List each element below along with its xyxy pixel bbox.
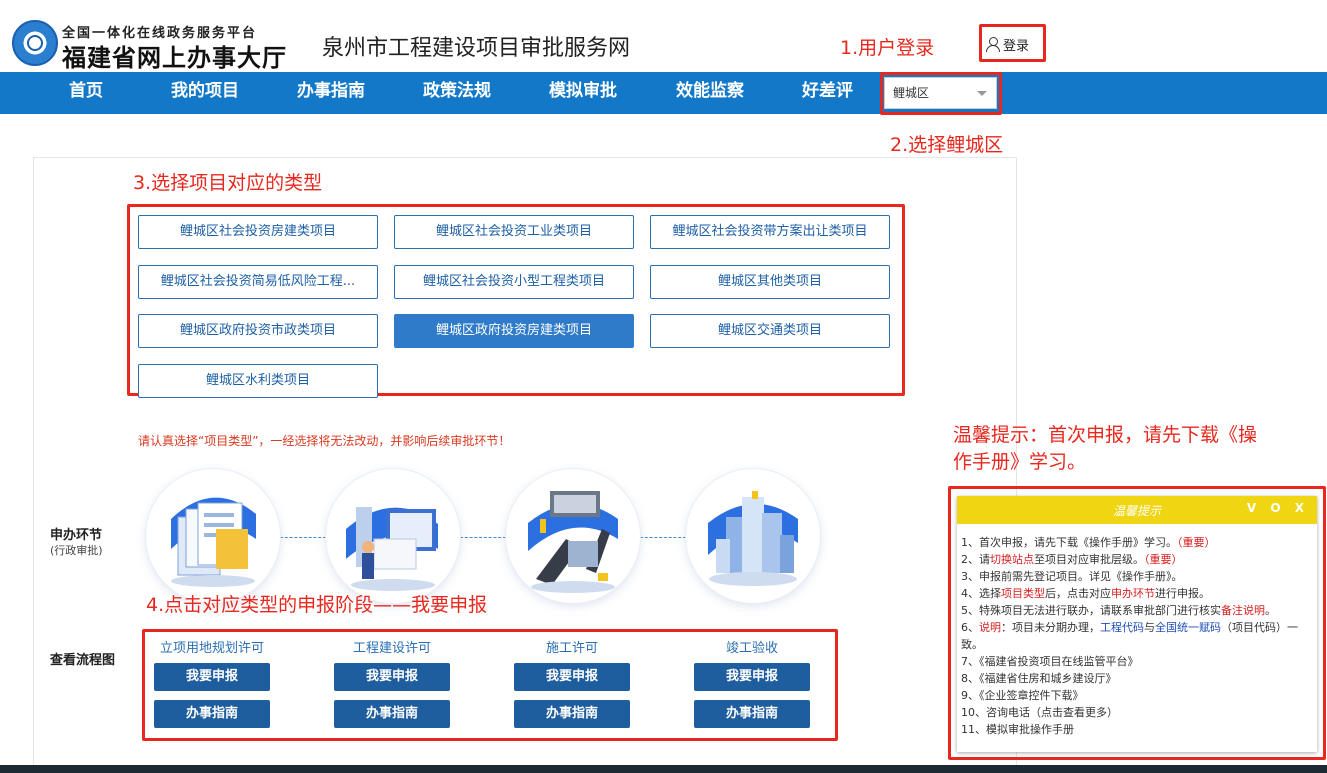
guide-button-completion-acceptance[interactable]: 办事指南 [694, 700, 810, 728]
nav-item-simulation[interactable]: 模拟审批 [549, 72, 617, 114]
documents-illustration-icon [146, 469, 280, 603]
type-selection-warning: 请认真选择“项目类型”，一经选择将无法改动，并影响后续审批环节！ [138, 434, 511, 448]
project-type-button[interactable]: 鲤城区交通类项目 [650, 314, 890, 348]
project-type-button[interactable]: 鲤城区社会投资简易低风险工程... [138, 265, 378, 299]
annotation-step4: 4.点击对应类型的申报阶段——我要申报 [146, 594, 488, 616]
tip-item[interactable]: 2、请切换站点至项目对应审批层级。（重要） [961, 551, 1311, 568]
government-logo-icon[interactable] [12, 20, 58, 66]
annotation-step1: 1.用户登录 [840, 37, 935, 59]
tip-item[interactable]: 3、申报前需先登记项目。详见《操作手册》。 [961, 568, 1311, 585]
stage-title-construction-permit: 工程建设许可 [352, 641, 431, 656]
tip-item[interactable]: 10、咨询电话（点击查看更多） [961, 704, 1311, 721]
stage-title-completion-acceptance: 竣工验收 [725, 641, 778, 656]
project-type-button[interactable]: 鲤城区其他类项目 [650, 265, 890, 299]
tip-item[interactable]: 8、《福建省住房和城乡建设厅》 [961, 670, 1311, 687]
district-selected-value: 鲤城区 [893, 86, 930, 100]
project-type-button[interactable]: 鲤城区水利类项目 [138, 364, 378, 398]
project-type-button[interactable]: 鲤城区社会投资房建类项目 [138, 215, 378, 249]
tip-item[interactable]: 9、《企业签章控件下载》 [961, 687, 1311, 704]
annotation-step3: 3.选择项目对应的类型 [133, 172, 323, 194]
project-type-button[interactable]: 鲤城区政府投资市政类项目 [138, 314, 378, 348]
nav-item-policies[interactable]: 政策法规 [423, 72, 491, 114]
stage-connector [460, 537, 506, 538]
guide-button-land-planning[interactable]: 办事指南 [154, 700, 270, 728]
flowchart-link[interactable]: 查看流程图 [50, 649, 115, 668]
tip-item[interactable]: 4、选择项目类型后，点击对应申办环节进行申报。 [961, 585, 1311, 602]
nav-item-rating[interactable]: 好差评 [802, 72, 853, 114]
district-select[interactable]: 鲤城区 [884, 77, 997, 109]
chevron-down-icon [977, 91, 987, 96]
apply-button-building-permit[interactable]: 我要申报 [514, 663, 630, 691]
tip-item[interactable]: 5、特殊项目无法进行联办，请联系审批部门进行核实备注说明。 [961, 602, 1311, 619]
nav-item-home[interactable]: 首页 [69, 72, 103, 114]
site-header: 全国一体化在线政务服务平台 福建省网上办事大厅 泉州市工程建设项目审批服务网 [0, 0, 1327, 72]
platform-title[interactable]: 福建省网上办事大厅 [62, 38, 287, 73]
user-icon [986, 37, 1000, 52]
completed-buildings-illustration-icon [686, 469, 820, 603]
annotation-step2: 2.选择鲤城区 [890, 134, 1004, 156]
apply-button-land-planning[interactable]: 我要申报 [154, 663, 270, 691]
guide-button-construction-permit[interactable]: 办事指南 [334, 700, 450, 728]
tips-header: 温馨提示 V O X [957, 496, 1317, 524]
nav-item-supervision[interactable]: 效能监察 [676, 72, 744, 114]
site-title: 泉州市工程建设项目审批服务网 [322, 36, 631, 61]
project-type-button[interactable]: 鲤城区社会投资带方案出让类项目 [650, 215, 890, 249]
project-type-button-selected[interactable]: 鲤城区政府投资房建类项目 [394, 314, 634, 348]
stage-connector [640, 537, 686, 538]
login-button[interactable]: 登录 [986, 35, 1029, 54]
project-type-button[interactable]: 鲤城区社会投资小型工程类项目 [394, 265, 634, 299]
apply-button-completion-acceptance[interactable]: 我要申报 [694, 663, 810, 691]
tip-item[interactable]: 11、模拟审批操作手册 [961, 721, 1311, 738]
nav-item-my-projects[interactable]: 我的项目 [171, 72, 239, 114]
os-taskbar [0, 765, 1327, 773]
tip-item[interactable]: 1、首次申报，请先下载《操作手册》学习。（重要） [961, 534, 1311, 551]
tip-item[interactable]: 7、《福建省投资项目在线监管平台》 [961, 653, 1311, 670]
apply-button-construction-permit[interactable]: 我要申报 [334, 663, 450, 691]
construction-site-illustration-icon [506, 469, 640, 603]
guide-button-building-permit[interactable]: 办事指南 [514, 700, 630, 728]
annotation-tips-hint: 温馨提示：首次申报，请先下载《操作手册》学习。 [953, 424, 1258, 473]
nav-item-guide[interactable]: 办事指南 [297, 72, 365, 114]
tip-item[interactable]: 6、说明：项目未分期办理，工程代码与全国统一赋码（项目代码）一致。 [961, 619, 1311, 653]
construction-planning-illustration-icon [326, 469, 460, 603]
stage-title-building-permit: 施工许可 [545, 641, 598, 656]
process-sublabel: (行政审批) [50, 544, 103, 557]
project-type-button[interactable]: 鲤城区社会投资工业类项目 [394, 215, 634, 249]
tips-list: 1、首次申报，请先下载《操作手册》学习。（重要） 2、请切换站点至项目对应审批层… [957, 524, 1317, 738]
tips-window-controls[interactable]: V O X [1247, 501, 1309, 515]
stage-connector [280, 537, 326, 538]
tips-panel: 温馨提示 V O X 1、首次申报，请先下载《操作手册》学习。（重要） 2、请切… [957, 496, 1317, 752]
stage-title-land-planning: 立项用地规划许可 [159, 641, 264, 656]
process-label: 申办环节 [50, 528, 103, 543]
main-nav: 首页 我的项目 办事指南 政策法规 模拟审批 效能监察 好差评 [0, 72, 1327, 114]
login-label: 登录 [1003, 39, 1030, 54]
